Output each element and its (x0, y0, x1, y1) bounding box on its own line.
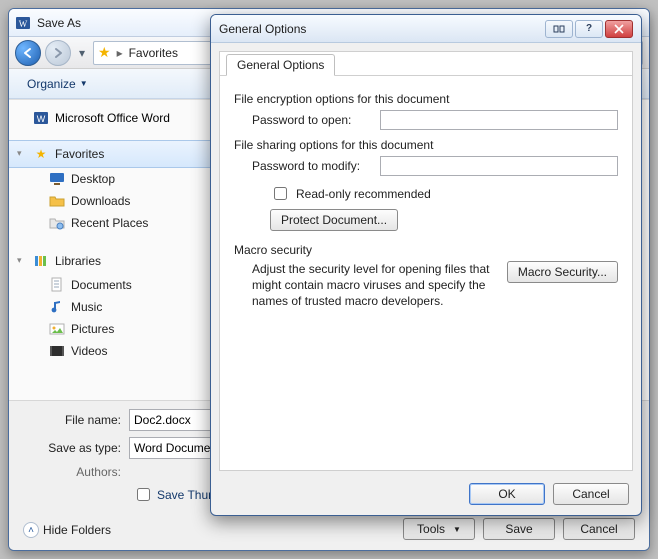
recent-places-icon (49, 215, 65, 231)
star-icon: ★ (33, 146, 49, 162)
libraries-icon (33, 253, 49, 269)
nav-group-label: Libraries (55, 254, 101, 268)
pictures-icon (49, 321, 65, 337)
general-options-title: General Options (219, 22, 306, 36)
forward-button[interactable] (45, 40, 71, 66)
chevron-down-icon: ▼ (453, 525, 461, 534)
cancel-button[interactable]: Cancel (563, 518, 635, 540)
cancel-button-label: Cancel (580, 522, 617, 536)
save-button[interactable]: Save (483, 518, 555, 540)
documents-icon (49, 277, 65, 293)
dialog-context-button[interactable] (545, 20, 573, 38)
collapse-icon[interactable]: ▾ (17, 148, 22, 159)
organize-label: Organize (27, 77, 76, 91)
back-button[interactable] (15, 40, 41, 66)
hide-folders-button[interactable]: ˄ Hide Folders (23, 522, 111, 538)
tab-content: File encryption options for this documen… (220, 76, 632, 322)
macro-security-label: Macro Security... (518, 265, 607, 279)
nav-item-music[interactable]: Music (9, 296, 210, 318)
word-icon: W (15, 15, 31, 31)
cancel-button-label: Cancel (572, 487, 609, 501)
password-open-input[interactable] (380, 110, 618, 130)
help-button[interactable]: ? (575, 20, 603, 38)
star-icon: ★ (98, 44, 111, 61)
ms-word-link[interactable]: W Microsoft Office Word (9, 106, 210, 130)
save-as-type-label: Save as type: (21, 441, 129, 455)
music-icon (49, 299, 65, 315)
tools-button[interactable]: Tools ▼ (403, 518, 475, 540)
macro-security-text: Adjust the security level for opening fi… (252, 261, 497, 310)
tab-label: General Options (237, 58, 324, 72)
ok-button-label: OK (498, 487, 515, 501)
general-options-body: General Options File encryption options … (219, 51, 633, 471)
ok-button[interactable]: OK (469, 483, 545, 505)
general-options-dialog: General Options ? General Options File e… (210, 14, 642, 516)
folder-icon (49, 193, 65, 209)
organize-button[interactable]: Organize ▼ (19, 74, 96, 94)
nav-item-label: Downloads (71, 194, 130, 208)
tab-general-options[interactable]: General Options (226, 54, 335, 76)
macro-security-button[interactable]: Macro Security... (507, 261, 618, 283)
general-options-titlebar[interactable]: General Options ? (211, 15, 641, 43)
tools-label: Tools (417, 522, 445, 536)
nav-item-label: Recent Places (71, 216, 148, 230)
nav-item-label: Pictures (71, 322, 114, 336)
save-thumbnail-checkbox[interactable] (137, 488, 150, 501)
save-button-label: Save (505, 522, 532, 536)
nav-item-label: Videos (71, 344, 107, 358)
collapse-icon[interactable]: ▾ (17, 255, 22, 266)
encryption-section-label: File encryption options for this documen… (234, 92, 618, 106)
nav-item-label: Music (71, 300, 102, 314)
protect-document-label: Protect Document... (281, 213, 387, 227)
chevron-down-icon: ▼ (80, 79, 88, 88)
nav-history-dropdown[interactable]: ▾ (75, 40, 89, 66)
file-name-label: File name: (21, 413, 129, 427)
nav-group-label: Favorites (55, 147, 104, 161)
password-modify-label: Password to modify: (252, 159, 372, 173)
svg-text:W: W (37, 114, 46, 124)
nav-item-recent-places[interactable]: Recent Places (9, 212, 210, 234)
nav-item-label: Documents (71, 278, 132, 292)
word-icon: W (33, 110, 49, 126)
nav-item-desktop[interactable]: Desktop (9, 168, 210, 190)
macro-section-label: Macro security (234, 243, 618, 257)
password-modify-input[interactable] (380, 156, 618, 176)
nav-group-favorites[interactable]: ▾ ★ Favorites (9, 140, 210, 168)
nav-item-label: Desktop (71, 172, 115, 186)
nav-item-documents[interactable]: Documents (9, 274, 210, 296)
nav-group-libraries[interactable]: ▾ Libraries (9, 248, 210, 274)
nav-item-downloads[interactable]: Downloads (9, 190, 210, 212)
ms-word-link-label: Microsoft Office Word (55, 111, 170, 125)
hide-folders-label: Hide Folders (43, 523, 111, 537)
nav-item-videos[interactable]: Videos (9, 340, 210, 362)
nav-item-pictures[interactable]: Pictures (9, 318, 210, 340)
tab-strip: General Options (220, 52, 632, 76)
authors-label: Authors: (21, 465, 129, 479)
password-open-label: Password to open: (252, 113, 372, 127)
save-as-title: Save As (37, 16, 81, 30)
protect-document-button[interactable]: Protect Document... (270, 209, 398, 231)
chevron-right-icon: ▸ (117, 46, 123, 60)
videos-icon (49, 343, 65, 359)
read-only-checkbox[interactable] (274, 187, 287, 200)
close-button[interactable] (605, 20, 633, 38)
chevron-up-icon: ˄ (23, 522, 39, 538)
desktop-icon (49, 171, 65, 187)
svg-text:W: W (19, 19, 28, 29)
breadcrumb-location: Favorites (129, 46, 178, 60)
read-only-label: Read-only recommended (296, 187, 431, 201)
sharing-section-label: File sharing options for this document (234, 138, 618, 152)
cancel-button[interactable]: Cancel (553, 483, 629, 505)
